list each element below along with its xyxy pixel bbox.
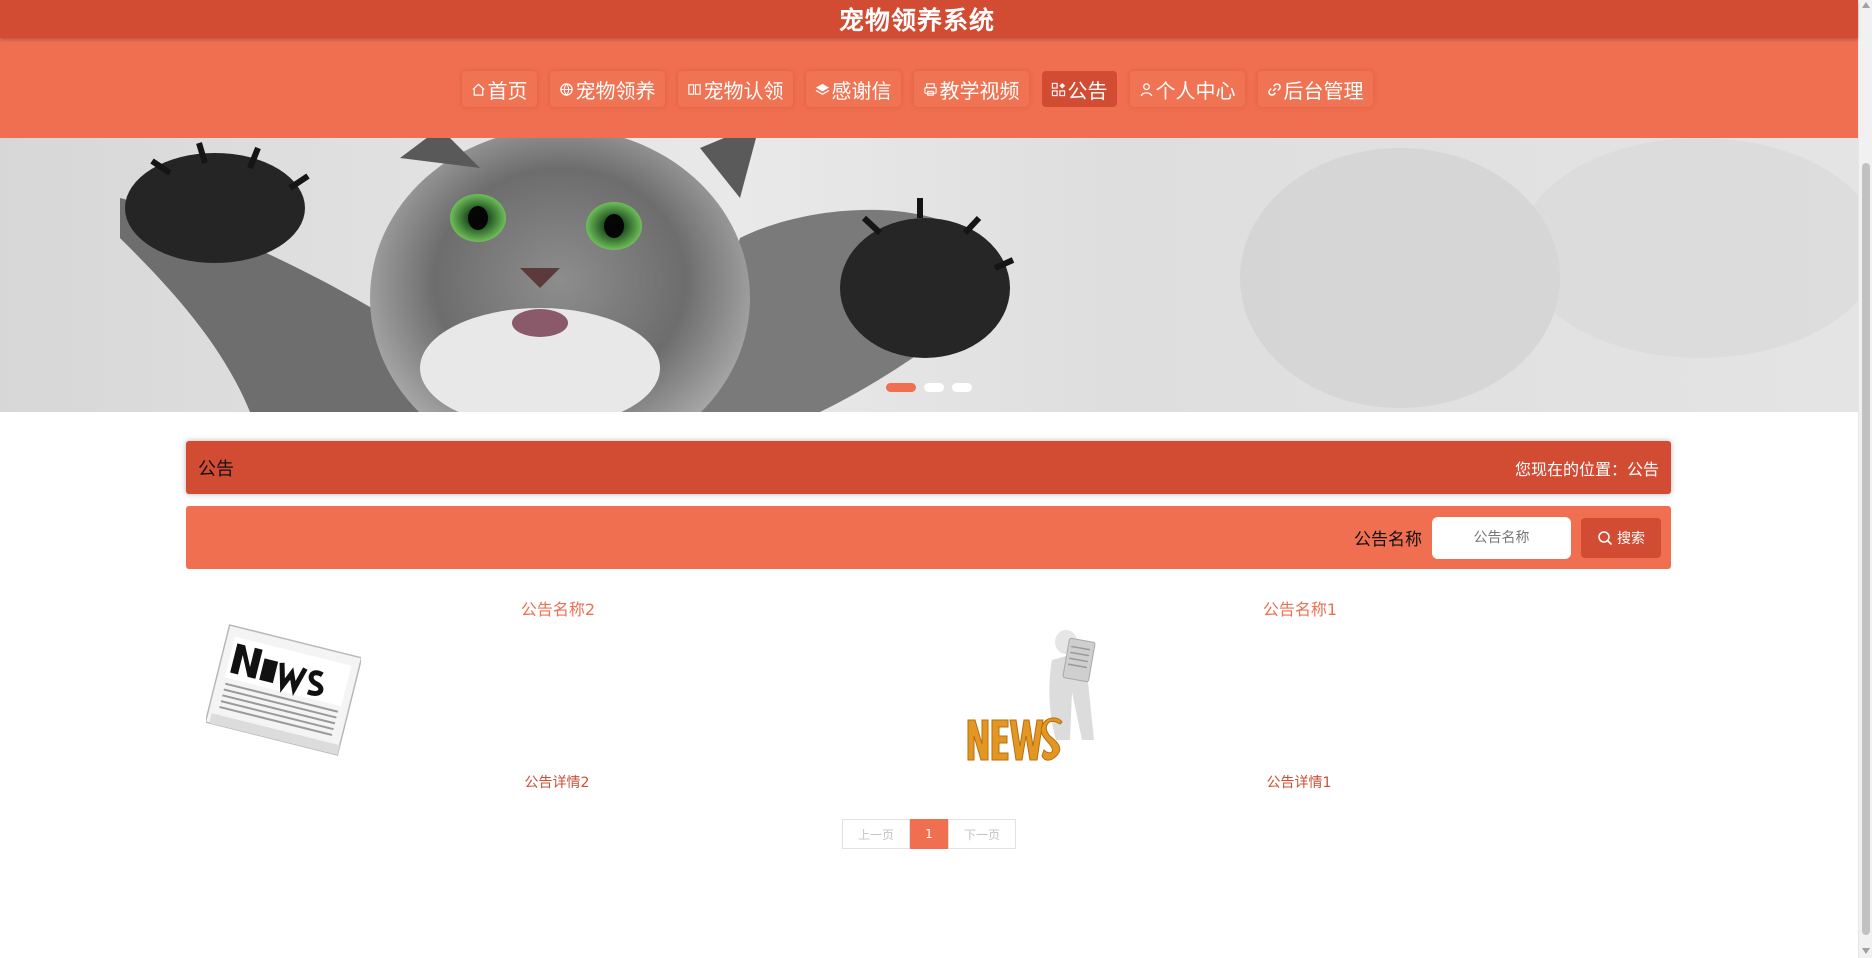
search-icon	[1598, 530, 1613, 545]
book-icon	[687, 83, 701, 95]
nav-item-home[interactable]: 首页	[461, 71, 537, 107]
main-nav: 首页 宠物领养 宠物认领 感谢信 教学视频 公告 个人中心 后台管理	[0, 38, 1858, 138]
notice-card-2[interactable]: 公告名称1 公告详情1	[928, 594, 1670, 792]
apps-icon	[1051, 82, 1065, 96]
carousel-dot-2[interactable]	[924, 383, 944, 392]
title-bar: 宠物领养系统	[0, 0, 1858, 38]
search-button[interactable]: 搜索	[1581, 517, 1661, 558]
kitten-banner-image	[120, 138, 1858, 412]
newspaper-image	[206, 624, 361, 756]
search-bar: 公告名称 搜索	[186, 506, 1671, 569]
nav-item-announcements[interactable]: 公告	[1041, 71, 1117, 107]
nav-item-personal-center[interactable]: 个人中心	[1129, 71, 1245, 107]
nav-label-personal-center: 个人中心	[1155, 78, 1236, 103]
home-icon	[471, 83, 485, 96]
globe-icon	[559, 82, 573, 96]
site-title: 宠物领养系统	[838, 6, 995, 35]
user-icon	[1140, 82, 1152, 96]
nav-item-pet-claim[interactable]: 宠物认领	[677, 71, 793, 107]
nav-item-thank-you-letters[interactable]: 感谢信	[805, 71, 901, 107]
search-button-label: 搜索	[1617, 530, 1645, 547]
nav-label-thank-you-letters: 感谢信	[831, 78, 892, 103]
nav-label-home: 首页	[487, 78, 528, 103]
page: 宠物领养系统 首页 宠物领养 宠物认领 感谢信 教学视频 公告 个人中心 后台管…	[0, 0, 1872, 958]
carousel-dot-1[interactable]	[886, 383, 916, 392]
printer-icon	[923, 82, 937, 96]
nav-item-admin[interactable]: 后台管理	[1257, 71, 1373, 107]
news-reader-image	[967, 630, 1096, 761]
breadcrumb-bar: 公告 您现在的位置：公告	[186, 441, 1671, 494]
notice-card-1[interactable]: 公告名称2 公告详情2	[186, 594, 928, 792]
nav-label-admin: 后台管理	[1283, 78, 1364, 103]
nav-item-tutorial-videos[interactable]: 教学视频	[913, 71, 1029, 107]
scroll-up-arrow-icon[interactable]	[1862, 2, 1870, 8]
carousel-dot-3[interactable]	[952, 383, 972, 392]
scroll-down-arrow-icon[interactable]	[1862, 948, 1870, 954]
nav-label-pet-adoption: 宠物领养	[575, 78, 656, 103]
nav-label-announcements: 公告	[1067, 78, 1108, 103]
layers-icon	[815, 83, 829, 95]
banner-carousel[interactable]	[0, 138, 1858, 412]
notice-detail: 公告详情1	[1266, 775, 1332, 791]
nav-item-pet-adoption[interactable]: 宠物领养	[549, 71, 665, 107]
scroll-thumb[interactable]	[1862, 163, 1870, 935]
section-title: 公告	[198, 458, 234, 480]
next-page-button[interactable]: 下一页	[948, 819, 1016, 849]
nav-label-pet-claim: 宠物认领	[703, 78, 784, 103]
link-icon	[1267, 82, 1281, 96]
search-label: 公告名称	[1354, 530, 1422, 550]
search-input[interactable]	[1432, 516, 1571, 559]
page-number-1[interactable]: 1	[910, 819, 948, 849]
notice-detail: 公告详情2	[524, 775, 590, 791]
nav-label-tutorial-videos: 教学视频	[939, 78, 1020, 103]
pagination: 上一页 1 下一页	[842, 819, 1016, 849]
breadcrumb: 您现在的位置：公告	[1514, 459, 1659, 479]
carousel-dots	[886, 383, 972, 392]
scrollbar[interactable]	[1858, 0, 1872, 958]
prev-page-button[interactable]: 上一页	[842, 819, 910, 849]
